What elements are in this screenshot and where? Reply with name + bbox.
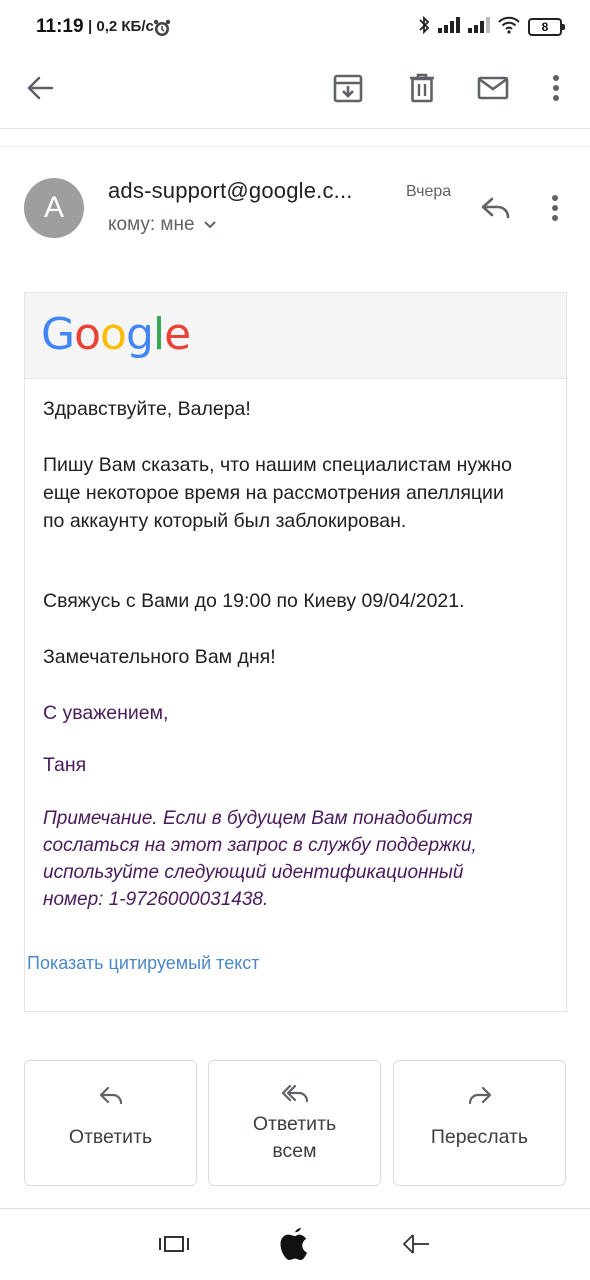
delete-button[interactable] — [400, 66, 444, 110]
reply-label: Ответить — [68, 1126, 153, 1148]
logo-letter: l — [152, 309, 165, 360]
logo-letter: o — [74, 309, 101, 360]
show-quoted-text-link[interactable]: Показать цитируемый текст — [27, 953, 260, 974]
divider — [0, 146, 590, 147]
paragraph: Замечательного Вам дня! — [43, 646, 276, 668]
paragraph: Пишу Вам сказать, что нашим специалистам… — [43, 454, 512, 532]
signature: Таня — [43, 754, 87, 776]
forward-label: Переслать — [430, 1126, 529, 1148]
sender-address[interactable]: ads-support@google.c... — [108, 178, 398, 204]
status-bar: 11:19 | 0,2 КБ/с 8 — [0, 0, 590, 56]
greeting: Здравствуйте, Валера! — [43, 398, 251, 420]
recents-icon — [159, 1236, 189, 1252]
reply-all-label-line: Ответить — [252, 1113, 337, 1135]
paragraph: Свяжусь с Вами до 19:00 по Киеву 09/04/2… — [43, 590, 465, 612]
bluetooth-icon — [418, 15, 430, 40]
mark-unread-button[interactable] — [471, 66, 515, 110]
logo-letter: g — [125, 309, 154, 360]
signal-icon-2 — [468, 16, 490, 38]
archive-icon — [333, 74, 363, 103]
status-icons: 8 — [418, 15, 565, 40]
status-time: 11:19 — [36, 16, 84, 37]
reply-all-label-line: всем — [272, 1140, 317, 1162]
divider — [0, 1208, 590, 1209]
mark-unread-icon — [477, 76, 509, 100]
more-vert-icon — [552, 195, 558, 221]
logo-band: Google — [25, 293, 566, 379]
signoff: С уважением, — [43, 702, 169, 724]
status-speed: | 0,2 КБ/с — [88, 18, 154, 35]
logo-letter: G — [41, 309, 75, 360]
support-note: Примечание. Если в будущем Вам понадобит… — [43, 808, 477, 910]
home-button[interactable] — [271, 1222, 319, 1266]
back-arrow-icon — [27, 76, 54, 100]
message-date: Вчера — [406, 183, 452, 200]
recipients-label: кому: мне — [108, 214, 195, 235]
logo-letter: o — [100, 309, 127, 360]
network-speed: 0,2 КБ/с — [96, 18, 154, 35]
forward-button[interactable]: Переслать — [393, 1060, 566, 1186]
battery-icon: 8 — [528, 18, 565, 36]
reply-all-button[interactable]: Ответить всем — [208, 1060, 381, 1186]
forward-icon — [468, 1087, 491, 1105]
recents-button[interactable] — [150, 1222, 198, 1266]
alarm-icon — [152, 18, 172, 43]
message-more-button[interactable] — [540, 186, 570, 230]
archive-button[interactable] — [326, 66, 370, 110]
reply-all-label: Ответить всем — [209, 1111, 380, 1165]
reply-icon — [481, 197, 510, 219]
delete-icon — [410, 73, 434, 103]
logo-letter: e — [164, 309, 191, 360]
back-button[interactable] — [18, 66, 62, 110]
reply-button-header[interactable] — [474, 186, 518, 230]
more-vert-icon — [553, 75, 559, 101]
reply-button[interactable]: Ответить — [24, 1060, 197, 1186]
recipients-toggle[interactable]: кому: мне — [108, 214, 217, 236]
google-logo: Google — [41, 309, 191, 360]
signal-icon — [438, 16, 460, 38]
reply-all-icon — [281, 1085, 308, 1103]
avatar[interactable]: A — [24, 178, 84, 238]
back-icon — [403, 1234, 429, 1254]
message-body: Google Здравствуйте, Валера! Пишу Вам ск… — [24, 292, 567, 1012]
divider — [0, 128, 590, 129]
system-back-button[interactable] — [392, 1222, 440, 1266]
wifi-icon — [498, 16, 520, 39]
more-options-button[interactable] — [534, 66, 578, 110]
reply-icon — [99, 1087, 122, 1105]
chevron-down-icon — [203, 221, 216, 229]
toolbar — [0, 56, 590, 118]
home-apple-icon — [280, 1228, 307, 1260]
